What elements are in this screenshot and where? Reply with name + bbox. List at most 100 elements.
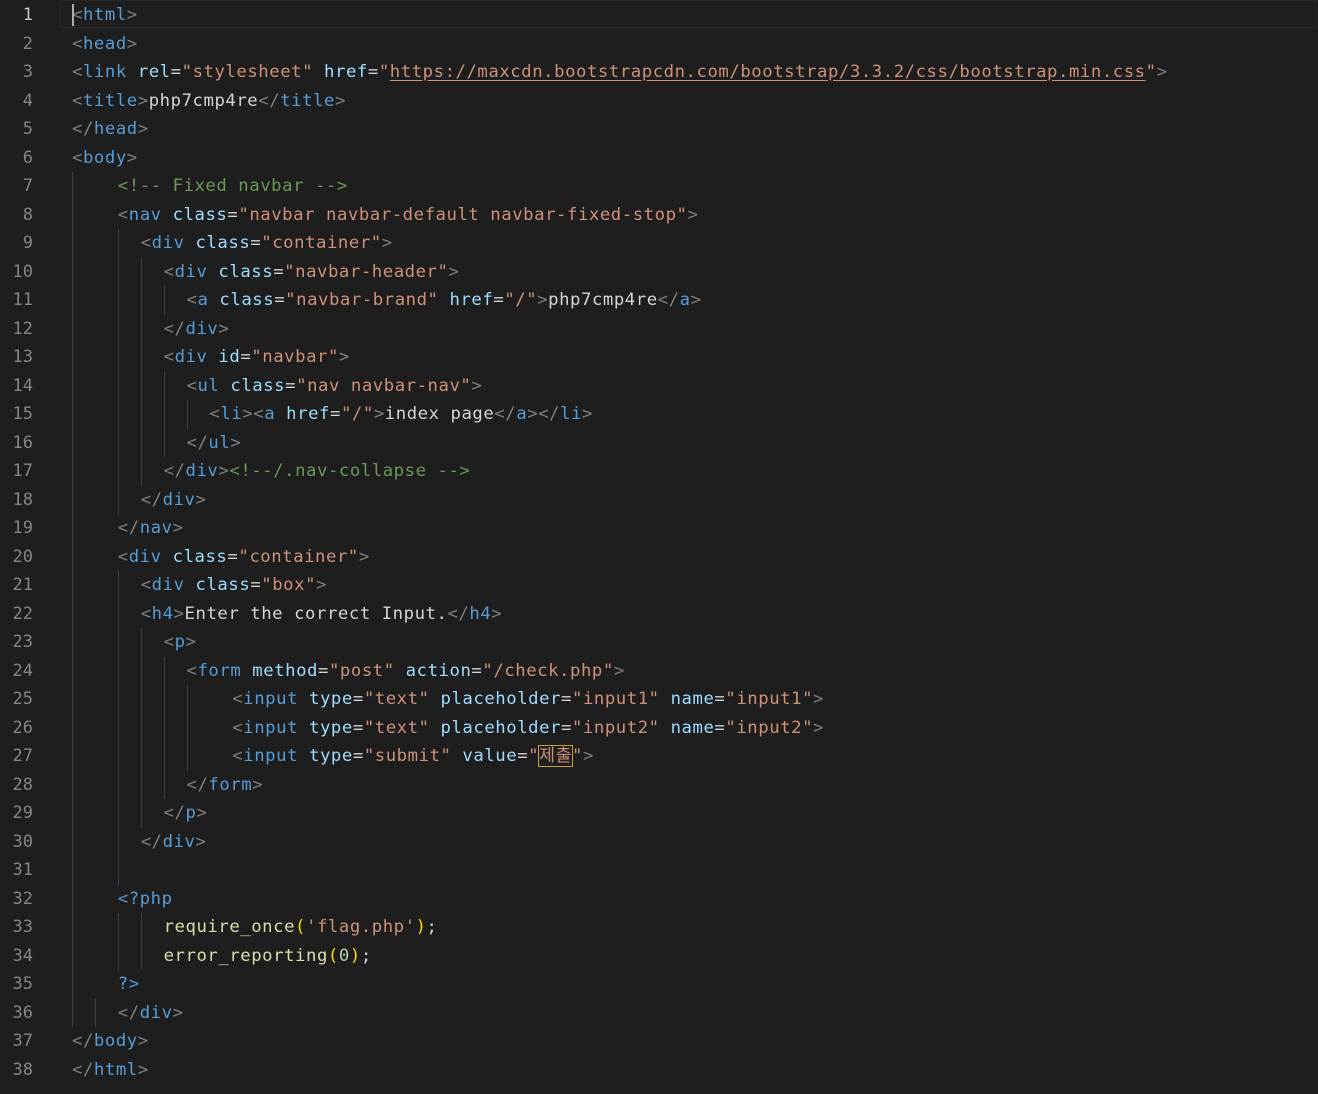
- code-lines[interactable]: 1 <html> 2 <head> 3 <link rel="stylesheet" hr…: [0, 1, 1318, 1084]
- code-line[interactable]: 34 error_reporting(0);: [0, 941, 1318, 970]
- token-punctuation: >: [126, 33, 138, 54]
- line-number: 26: [12, 717, 33, 738]
- token-attribute: class: [219, 290, 275, 310]
- code-text[interactable]: <p>: [164, 631, 197, 653]
- indent-guide: [117, 856, 119, 885]
- code-text[interactable]: <input type="submit" value="제출">: [232, 745, 594, 767]
- code-text[interactable]: require_once('flag.php');: [164, 916, 438, 938]
- code-text[interactable]: <link rel="stylesheet" href="https://max…: [72, 61, 1168, 83]
- token-attribute: class: [172, 204, 228, 225]
- code-text[interactable]: <html>: [72, 4, 138, 26]
- token-string: ": [572, 746, 584, 766]
- token-tag: li: [220, 404, 243, 424]
- code-line[interactable]: 22 <h4>Enter the correct Input.</h4>: [0, 599, 1318, 628]
- code-text[interactable]: <!-- Fixed navbar -->: [118, 175, 348, 197]
- code-text[interactable]: <body>: [72, 147, 138, 169]
- token-text: =: [561, 717, 572, 738]
- code-line[interactable]: 18 </div>: [0, 485, 1318, 514]
- code-text[interactable]: <a class="navbar-brand" href="/">php7cmp…: [187, 289, 702, 311]
- code-text[interactable]: </form>: [187, 774, 264, 796]
- code-text[interactable]: <div class="navbar-header">: [164, 261, 460, 283]
- code-line[interactable]: 30 </div>: [0, 827, 1318, 856]
- code-text[interactable]: <form method="post" action="/check.php">: [187, 660, 625, 682]
- indent-guide: [72, 713, 73, 742]
- code-line[interactable]: 5 </head>: [0, 115, 1318, 144]
- token-string: "/": [504, 290, 538, 310]
- code-text[interactable]: <nav class="navbar navbar-default navbar…: [118, 204, 699, 226]
- code-line[interactable]: 11 <a class="navbar-brand" href="/">php7c…: [0, 286, 1318, 315]
- token-punctuation: >: [1156, 62, 1168, 82]
- code-line[interactable]: 31: [0, 856, 1318, 885]
- code-text[interactable]: </ul>: [187, 432, 242, 454]
- code-text[interactable]: </div><!--/.nav-collapse -->: [164, 460, 471, 482]
- indent-guide: [186, 400, 188, 429]
- code-line[interactable]: 38 </html>: [0, 1056, 1318, 1085]
- code-line[interactable]: 21 <div class="box">: [0, 571, 1318, 600]
- code-line[interactable]: 9 <div class="container">: [0, 229, 1318, 258]
- code-line[interactable]: 33 require_once('flag.php');: [0, 913, 1318, 942]
- code-line[interactable]: 28 </form>: [0, 770, 1318, 799]
- code-text[interactable]: </nav>: [118, 517, 184, 539]
- code-line[interactable]: 14 <ul class="nav navbar-nav">: [0, 371, 1318, 400]
- code-text[interactable]: </div>: [141, 831, 207, 853]
- code-line[interactable]: 12 </div>: [0, 314, 1318, 343]
- code-line[interactable]: 6 <body>: [0, 144, 1318, 173]
- token-string: "stylesheet": [181, 62, 314, 82]
- code-line[interactable]: 10 <div class="navbar-header">: [0, 257, 1318, 286]
- code-line[interactable]: 37 </body>: [0, 1027, 1318, 1056]
- code-line[interactable]: 26 <input type="text" placeholder="input2…: [0, 713, 1318, 742]
- code-text[interactable]: <ul class="nav navbar-nav">: [187, 375, 483, 397]
- code-line[interactable]: 19 </nav>: [0, 514, 1318, 543]
- code-line[interactable]: 32 <?php: [0, 884, 1318, 913]
- code-text[interactable]: <input type="text" placeholder="input1" …: [232, 688, 824, 710]
- code-text[interactable]: </html>: [72, 1059, 149, 1081]
- code-line[interactable]: 15 <li><a href="/">index page</a></li>: [0, 400, 1318, 429]
- code-text[interactable]: <div class="container">: [118, 546, 370, 568]
- code-line[interactable]: 20 <div class="container">: [0, 542, 1318, 571]
- code-line[interactable]: 17 </div><!--/.nav-collapse -->: [0, 457, 1318, 486]
- code-text[interactable]: <head>: [72, 33, 138, 55]
- code-line[interactable]: 8 <nav class="navbar navbar-default navba…: [0, 200, 1318, 229]
- code-line[interactable]: 3 <link rel="stylesheet" href="https://ma…: [0, 58, 1318, 87]
- code-line[interactable]: 24 <form method="post" action="/check.php…: [0, 656, 1318, 685]
- code-text[interactable]: <h4>Enter the correct Input.</h4>: [141, 603, 503, 625]
- code-text[interactable]: error_reporting(0);: [164, 945, 372, 967]
- code-text[interactable]: </div>: [141, 489, 207, 511]
- code-text[interactable]: <li><a href="/">index page</a></li>: [209, 403, 593, 425]
- code-text[interactable]: <div id="navbar">: [164, 346, 350, 368]
- code-text[interactable]: <div class="box">: [141, 574, 327, 596]
- code-text[interactable]: <div class="container">: [141, 232, 393, 254]
- code-text[interactable]: </body>: [72, 1030, 149, 1052]
- code-line[interactable]: 27 <input type="submit" value="제출">: [0, 742, 1318, 771]
- code-text[interactable]: </head>: [72, 118, 149, 140]
- code-line[interactable]: 35 ?>: [0, 970, 1318, 999]
- code-line[interactable]: 13 <div id="navbar">: [0, 343, 1318, 372]
- token-punctuation: >: [373, 404, 385, 424]
- token-text: =: [367, 62, 379, 82]
- indent-guide: [117, 628, 119, 657]
- code-line[interactable]: 23 <p>: [0, 628, 1318, 657]
- code-line[interactable]: 4 <title>php7cmp4re</title>: [0, 87, 1318, 116]
- code-text[interactable]: <input type="text" placeholder="input2" …: [232, 717, 824, 739]
- code-editor[interactable]: 1 <html> 2 <head> 3 <link rel="stylesheet" hr…: [0, 0, 1318, 1094]
- code-text[interactable]: <title>php7cmp4re</title>: [72, 90, 346, 112]
- code-text[interactable]: </div>: [164, 318, 230, 340]
- code-text[interactable]: <?php: [118, 888, 173, 910]
- code-line[interactable]: 16 </ul>: [0, 428, 1318, 457]
- token-tag: div: [174, 347, 208, 367]
- code-line[interactable]: 1 <html>: [0, 1, 1318, 30]
- code-line[interactable]: 2 <head>: [0, 30, 1318, 59]
- code-text[interactable]: ?>: [118, 973, 140, 995]
- code-line[interactable]: 36 </div>: [0, 998, 1318, 1027]
- code-line[interactable]: 7 <!-- Fixed navbar -->: [0, 172, 1318, 201]
- code-text[interactable]: </p>: [164, 802, 208, 824]
- code-text[interactable]: </div>: [118, 1002, 184, 1024]
- code-line[interactable]: 29 </p>: [0, 799, 1318, 828]
- token-tag: ul: [197, 375, 220, 396]
- code-line[interactable]: 25 <input type="text" placeholder="input1…: [0, 685, 1318, 714]
